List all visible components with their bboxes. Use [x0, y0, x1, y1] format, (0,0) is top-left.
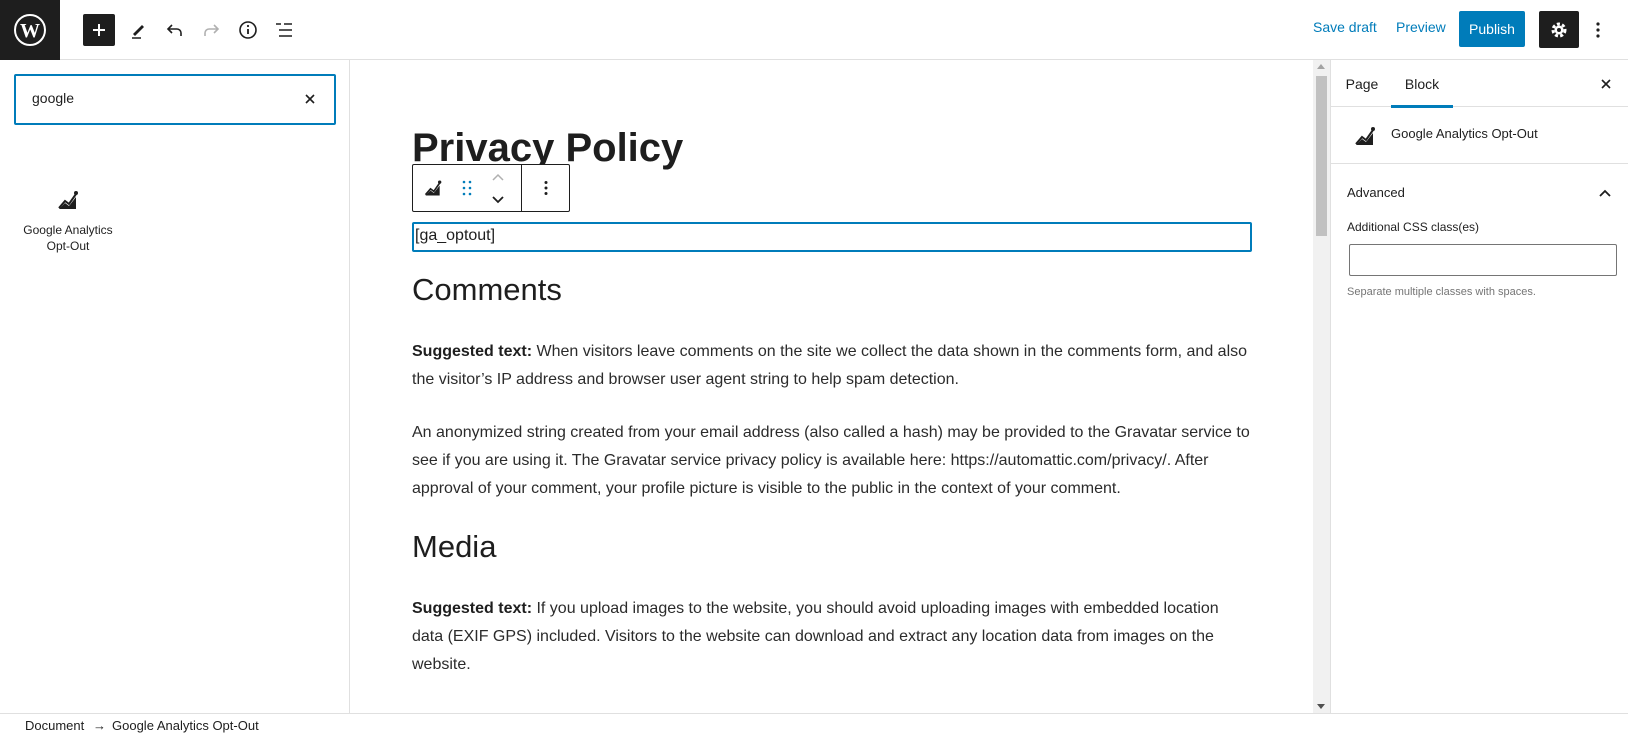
more-options-button[interactable]: [1588, 14, 1608, 46]
clear-search-button[interactable]: [300, 89, 320, 109]
drag-handle-icon: [462, 180, 472, 196]
css-class-help-text: Separate multiple classes with spaces.: [1347, 286, 1536, 298]
block-card-title: Google Analytics Opt-Out: [1391, 126, 1538, 141]
vertical-ellipsis-icon: [544, 181, 548, 195]
block-type-button[interactable]: [413, 165, 453, 211]
block-breadcrumb: Document → Google Analytics Opt-Out: [0, 713, 1628, 736]
paragraph-bold-lead: Suggested text:: [412, 600, 533, 617]
tools-button[interactable]: [123, 14, 155, 46]
save-draft-button[interactable]: Save draft: [1313, 19, 1377, 35]
scroll-down-arrow[interactable]: [1317, 704, 1325, 709]
wordpress-logo-button[interactable]: W: [0, 0, 60, 60]
breadcrumb-separator: →: [93, 718, 106, 733]
advanced-panel-toggle[interactable]: Advanced: [1331, 165, 1628, 221]
chart-icon: [424, 180, 442, 196]
block-card: Google Analytics Opt-Out: [1331, 108, 1628, 164]
breadcrumb-document[interactable]: Document: [25, 718, 84, 733]
advanced-panel-title: Advanced: [1347, 185, 1405, 200]
chart-icon: [58, 191, 78, 209]
wordpress-logo-icon: W: [14, 14, 46, 46]
chevron-up-icon: [492, 173, 504, 181]
gear-icon: [1551, 22, 1567, 37]
chevron-down-icon: [492, 195, 504, 203]
paragraph[interactable]: Suggested text: If you upload images to …: [412, 595, 1252, 679]
pencil-icon: [132, 25, 144, 39]
paragraph[interactable]: Suggested text: When visitors leave comm…: [412, 338, 1252, 394]
move-up-button[interactable]: [481, 165, 515, 188]
css-class-input[interactable]: [1349, 244, 1617, 276]
canvas-scrollbar[interactable]: [1313, 60, 1330, 713]
publish-button[interactable]: Publish: [1459, 11, 1525, 47]
shortcode-block[interactable]: [412, 222, 1252, 252]
block-inserter-panel: Google Analytics Opt-Out: [0, 60, 350, 713]
undo-button[interactable]: [159, 14, 191, 46]
chart-icon: [1355, 127, 1375, 145]
block-item-label: Google Analytics Opt-Out: [23, 223, 113, 253]
block-toolbar: [412, 164, 570, 212]
editor-canvas: Privacy Policy [ga_optout] Comments Sugg…: [351, 60, 1314, 713]
css-class-label: Additional CSS class(es): [1347, 220, 1480, 234]
heading-media[interactable]: Media: [412, 529, 496, 565]
paragraph-text: When visitors leave comments on the site…: [412, 343, 1248, 388]
drag-handle[interactable]: [453, 165, 481, 211]
close-icon: [1601, 79, 1611, 89]
inserter-block-google-analytics-opt-out[interactable]: Google Analytics Opt-Out: [22, 188, 114, 254]
editor-top-bar: W Save draft Preview Publish: [0, 0, 1628, 60]
tab-block[interactable]: Block: [1391, 60, 1453, 108]
list-view-icon: [276, 23, 292, 37]
paragraph-bold-lead: Suggested text:: [412, 343, 533, 360]
move-down-button[interactable]: [481, 188, 515, 211]
svg-text:W: W: [20, 20, 40, 42]
tab-page[interactable]: Page: [1333, 60, 1391, 107]
settings-sidebar: Page Block Google Analytics Opt-Out Adva…: [1330, 60, 1628, 713]
redo-button[interactable]: [195, 14, 227, 46]
heading-comments[interactable]: Comments: [412, 272, 562, 308]
chevron-up-icon: [1595, 183, 1615, 203]
shortcode-input[interactable]: [415, 227, 1235, 245]
undo-icon: [166, 24, 182, 36]
settings-button[interactable]: [1539, 11, 1579, 48]
close-sidebar-button[interactable]: [1595, 73, 1617, 95]
sidebar-tabs: Page Block: [1331, 60, 1628, 108]
list-view-button[interactable]: [268, 14, 300, 46]
add-block-button[interactable]: [83, 14, 115, 46]
paragraph-text: An anonymized string created from your e…: [412, 424, 1250, 497]
redo-icon: [204, 24, 220, 36]
scroll-up-arrow[interactable]: [1317, 64, 1325, 69]
preview-button[interactable]: Preview: [1396, 19, 1446, 35]
details-button[interactable]: [232, 14, 264, 46]
plus-icon: [93, 24, 105, 36]
vertical-ellipsis-icon: [1596, 22, 1600, 38]
block-search-input[interactable]: [32, 90, 282, 106]
paragraph[interactable]: An anonymized string created from your e…: [412, 419, 1252, 503]
breadcrumb-current-block: Google Analytics Opt-Out: [112, 718, 259, 733]
info-icon: [239, 21, 257, 39]
block-options-button[interactable]: [522, 165, 570, 211]
paragraph-text: If you upload images to the website, you…: [412, 600, 1219, 673]
block-search-box: [14, 74, 336, 125]
close-icon: [305, 94, 315, 104]
scroll-thumb[interactable]: [1316, 76, 1327, 236]
